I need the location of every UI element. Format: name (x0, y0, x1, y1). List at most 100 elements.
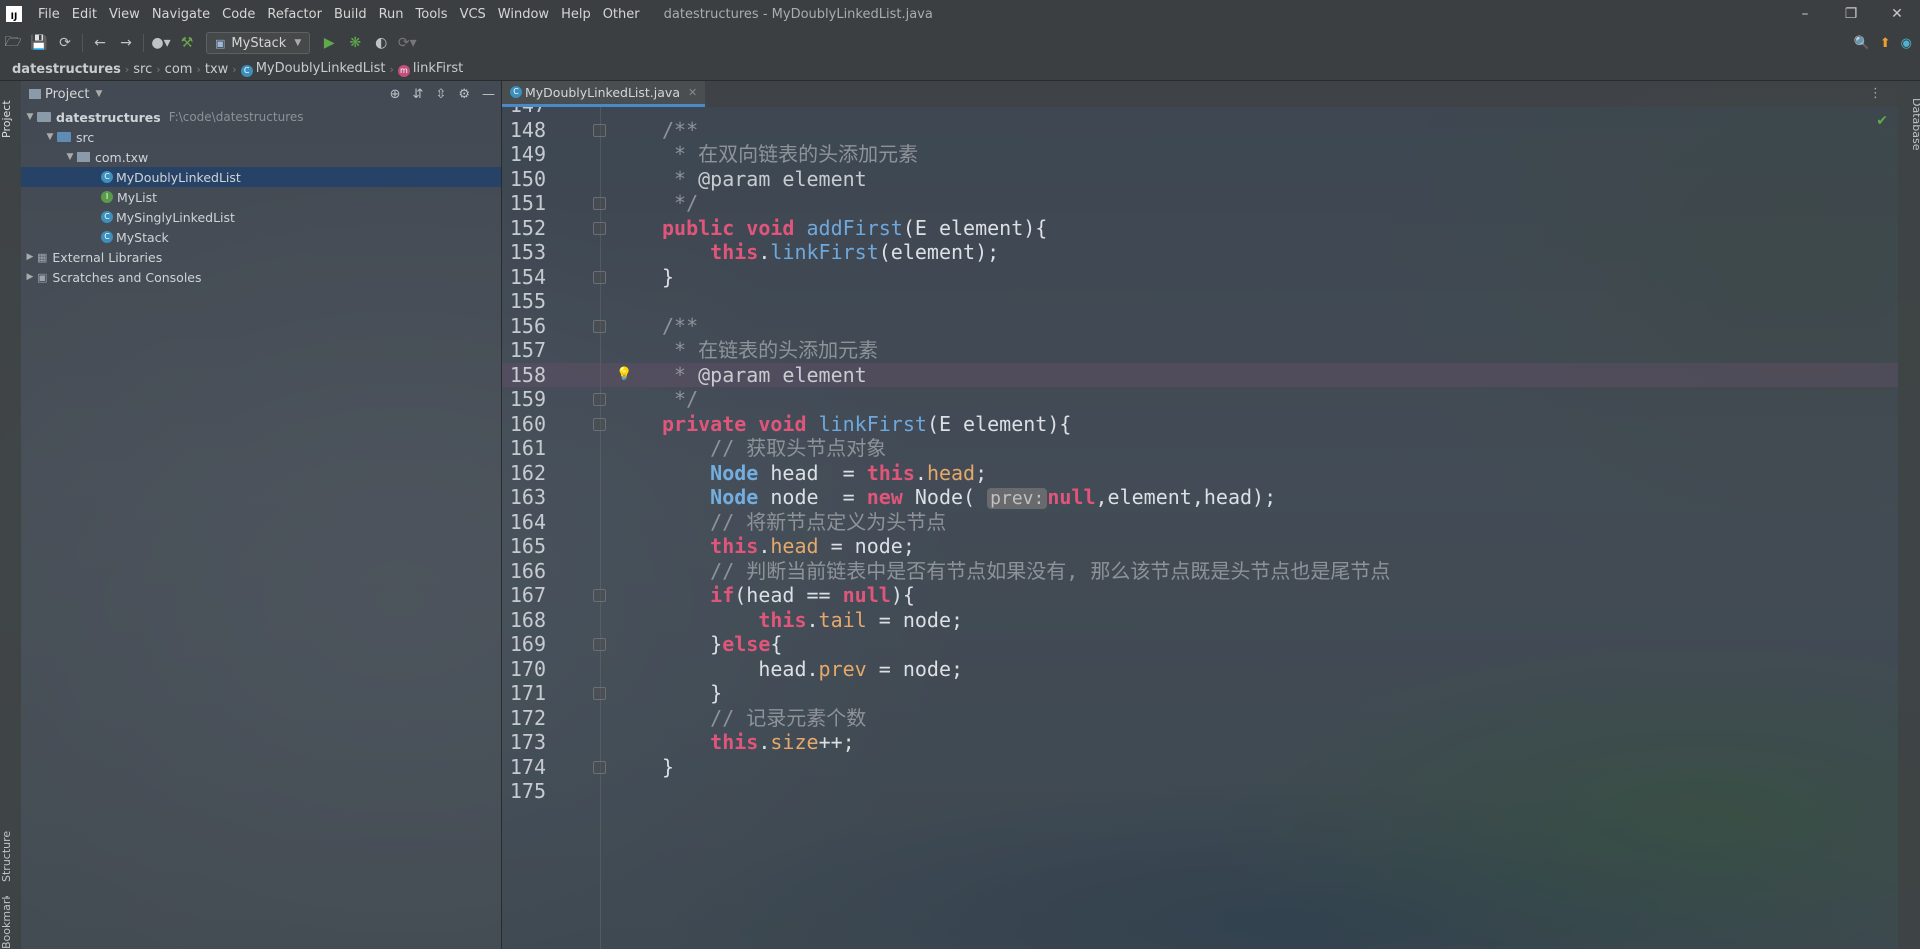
breadcrumb-project[interactable]: datestructures (8, 62, 125, 77)
structure-tool-tab[interactable]: Structure (0, 821, 21, 891)
code-line[interactable]: 154} (502, 265, 1898, 290)
code-line[interactable]: 167 if(head == null){ (502, 583, 1898, 608)
close-icon[interactable]: ✕ (1874, 0, 1920, 28)
menu-navigate[interactable]: Navigate (146, 7, 216, 22)
code-line[interactable]: 158 💡 * @param element (502, 362, 1898, 387)
menu-view[interactable]: View (103, 7, 146, 22)
project-tool-tab[interactable]: Project (0, 89, 21, 149)
code-line[interactable]: 153 this.linkFirst(element); (502, 240, 1898, 265)
fold-marker-icon[interactable] (593, 417, 606, 431)
menu-vcs[interactable]: VCS (454, 7, 492, 22)
code-line[interactable]: 151 */ (502, 191, 1898, 216)
chevron-down-icon[interactable]: ▼ (95, 89, 102, 99)
breadcrumb-com[interactable]: com (161, 62, 197, 77)
fold-marker-icon[interactable] (593, 123, 606, 137)
fold-marker-icon[interactable] (593, 270, 606, 284)
expand-all-icon[interactable]: ⇵ (413, 87, 424, 102)
update-icon[interactable]: ⬆ (1880, 36, 1891, 51)
back-arrow-icon[interactable]: ← (87, 35, 113, 51)
fold-marker-icon[interactable] (593, 589, 606, 602)
editor-tab-active[interactable]: C MyDoublyLinkedList.java ✕ (502, 80, 706, 107)
build-hammer-icon[interactable]: ⚒ (174, 35, 200, 51)
hide-panel-icon[interactable]: — (482, 87, 495, 102)
tree-item-mystack[interactable]: C MyStack (21, 227, 501, 247)
code-line[interactable]: 164 // 将新节点定义为头节点 (502, 510, 1898, 535)
code-line[interactable]: 175 (502, 779, 1898, 804)
coverage-icon[interactable]: ◐ (368, 35, 394, 51)
code-line[interactable]: 169 }else{ (502, 632, 1898, 657)
fold-marker-icon[interactable] (593, 393, 606, 406)
tree-item-src[interactable]: ▼ src (21, 127, 501, 147)
code-line[interactable]: 163 Node node = new Node( prev: null,elem… (502, 485, 1898, 510)
code-line[interactable]: 155 (502, 289, 1898, 314)
breadcrumb-method[interactable]: m linkFirst (394, 61, 467, 77)
menu-refactor[interactable]: Refactor (261, 7, 328, 22)
menu-file[interactable]: File (32, 7, 66, 22)
fold-marker-icon[interactable] (593, 687, 606, 700)
debug-icon[interactable]: ❋ (342, 35, 368, 51)
minimize-icon[interactable]: – (1782, 0, 1828, 28)
code-line[interactable]: 168 this.tail = node; (502, 608, 1898, 633)
fold-marker-icon[interactable] (593, 319, 606, 333)
tree-item-mysinglylinkedlist[interactable]: C MySinglyLinkedList (21, 207, 501, 227)
gear-icon[interactable]: ⚙ (458, 87, 470, 102)
restore-icon[interactable]: ❐ (1828, 0, 1874, 28)
tree-item-package[interactable]: ▼ com.txw (21, 147, 501, 167)
run-configuration-select[interactable]: ▣ MyStack ▼ (206, 32, 311, 54)
fold-marker-icon[interactable] (593, 638, 606, 651)
more-run-icon[interactable]: ⟳▾ (394, 35, 420, 51)
fold-marker-icon[interactable] (593, 221, 606, 235)
bookmarks-tool-tab[interactable]: Bookmarks (0, 896, 21, 949)
sync-icon[interactable]: ⟳ (52, 35, 78, 51)
inspection-ok-icon[interactable]: ✔ (1876, 113, 1888, 129)
expand-arrow-icon[interactable]: ▼ (23, 112, 37, 122)
expand-arrow-icon[interactable]: ▼ (63, 152, 77, 162)
plugin-icon[interactable]: ◉ (1901, 36, 1912, 51)
menu-window[interactable]: Window (492, 7, 555, 22)
code-line[interactable]: 172 // 记录元素个数 (502, 706, 1898, 731)
code-line[interactable]: 159 */ (502, 387, 1898, 412)
breadcrumb-txw[interactable]: txw (201, 62, 232, 77)
code-line[interactable]: 152 public void addFirst(E element){ (502, 216, 1898, 241)
tree-item-mylist[interactable]: I MyList (21, 187, 501, 207)
menu-run[interactable]: Run (373, 7, 410, 22)
menu-build[interactable]: Build (328, 7, 373, 22)
menu-other[interactable]: Other (597, 7, 646, 22)
locate-file-icon[interactable]: ⊕ (390, 87, 401, 102)
code-line[interactable]: 173 this.size++; (502, 730, 1898, 755)
close-tab-icon[interactable]: ✕ (688, 86, 697, 99)
expand-arrow-icon[interactable]: ▶ (23, 272, 37, 282)
code-line[interactable]: 147 (502, 107, 1898, 118)
code-line[interactable]: 148 /** (502, 118, 1898, 143)
tree-item-scratches[interactable]: ▶ ▣ Scratches and Consoles (21, 267, 501, 287)
database-tool-tab[interactable]: Database (1902, 89, 1920, 159)
code-line[interactable]: 160 private void linkFirst(E element){ (502, 412, 1898, 437)
collapse-all-icon[interactable]: ⇳ (435, 87, 446, 102)
menu-edit[interactable]: Edit (66, 7, 103, 22)
code-line[interactable]: 162 Node head = this.head; (502, 461, 1898, 486)
search-icon[interactable]: 🔍 (1854, 36, 1870, 51)
menu-help[interactable]: Help (555, 7, 597, 22)
code-line[interactable]: 156 /** (502, 314, 1898, 339)
code-line[interactable]: 150 * @param element (502, 167, 1898, 192)
project-panel-title[interactable]: Project (45, 87, 89, 102)
fold-marker-icon[interactable] (593, 760, 606, 774)
code-line[interactable]: 149 * 在双向链表的头添加元素 (502, 142, 1898, 167)
code-line[interactable]: 157 * 在链表的头添加元素 (502, 338, 1898, 363)
menu-tools[interactable]: Tools (410, 7, 454, 22)
code-line[interactable]: 174} (502, 755, 1898, 780)
code-line[interactable]: 166 // 判断当前链表中是否有节点如果没有, 那么该节点既是头节点也是尾节点 (502, 559, 1898, 584)
code-line[interactable]: 161 // 获取头节点对象 (502, 436, 1898, 461)
user-dropdown-icon[interactable]: ●▾ (148, 35, 174, 51)
breadcrumb-class[interactable]: C MyDoublyLinkedList (237, 61, 390, 77)
open-folder-icon[interactable]: 🗁 (0, 31, 26, 55)
fold-marker-icon[interactable] (593, 197, 606, 210)
code-line[interactable]: 170 head.prev = node; (502, 657, 1898, 682)
expand-arrow-icon[interactable]: ▼ (43, 132, 57, 142)
breadcrumb-src[interactable]: src (129, 62, 156, 77)
code-line[interactable]: 165 this.head = node; (502, 534, 1898, 559)
code-area[interactable]: 147148/**149 * 在双向链表的头添加元素150 * @param e… (502, 107, 1898, 949)
expand-arrow-icon[interactable]: ▶ (23, 252, 37, 262)
run-icon[interactable]: ▶ (316, 35, 342, 51)
forward-arrow-icon[interactable]: → (113, 35, 139, 51)
